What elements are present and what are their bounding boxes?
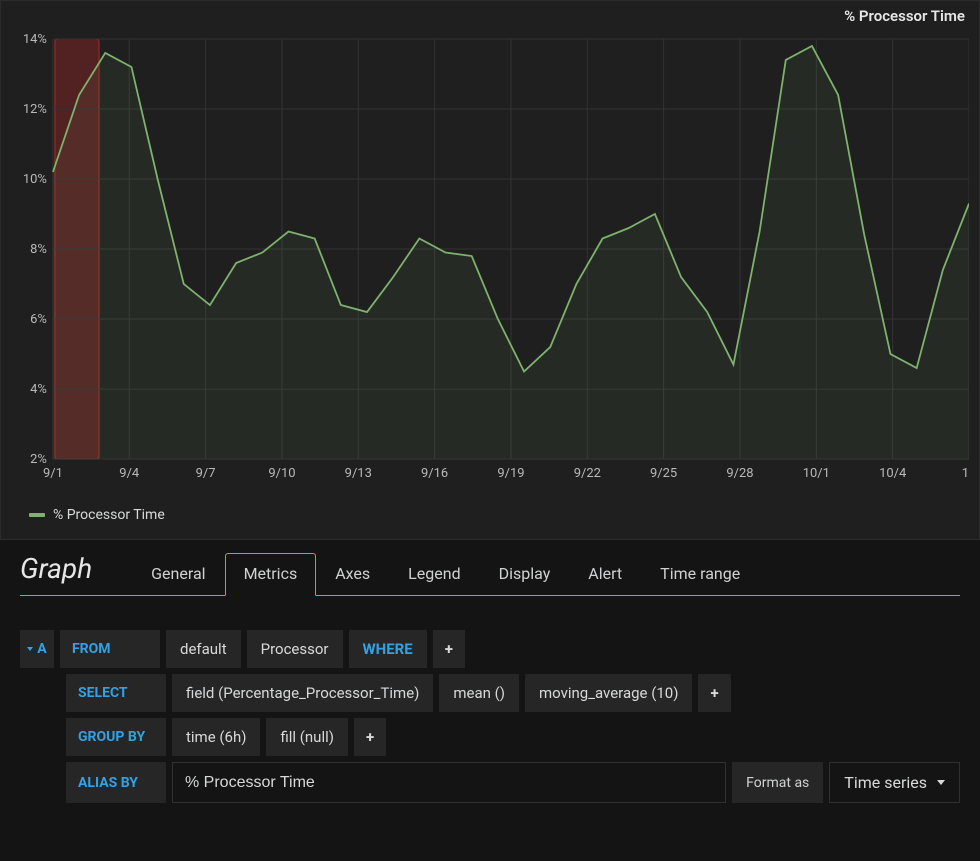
panel-editor: Graph GeneralMetricsAxesLegendDisplayAle… bbox=[0, 540, 980, 803]
chart-title: % Processor Time bbox=[844, 7, 965, 25]
plus-icon: + bbox=[710, 684, 718, 702]
tab-time-range[interactable]: Time range bbox=[641, 553, 759, 596]
svg-text:14%: 14% bbox=[23, 32, 47, 47]
tab-alert[interactable]: Alert bbox=[569, 553, 641, 596]
svg-text:10/1: 10/1 bbox=[803, 466, 830, 479]
label-groupby: GROUP BY bbox=[66, 718, 166, 756]
label-aliasby: ALIAS BY bbox=[66, 762, 166, 803]
alias-input[interactable] bbox=[172, 762, 726, 803]
seg-from-0[interactable]: default bbox=[166, 630, 241, 668]
svg-text:6%: 6% bbox=[30, 312, 47, 327]
caret-down-icon bbox=[27, 647, 33, 651]
svg-text:9/7: 9/7 bbox=[196, 466, 216, 479]
svg-text:9/19: 9/19 bbox=[497, 466, 524, 479]
tab-display[interactable]: Display bbox=[480, 553, 570, 596]
svg-text:8%: 8% bbox=[30, 242, 47, 257]
row-select: SELECT field (Percentage_Processor_Time)… bbox=[20, 674, 960, 712]
select-add-button[interactable]: + bbox=[698, 674, 730, 712]
legend-swatch bbox=[29, 513, 45, 517]
format-as-value: Time series bbox=[844, 773, 927, 792]
svg-text:9/16: 9/16 bbox=[421, 466, 448, 479]
svg-text:9/28: 9/28 bbox=[726, 466, 753, 479]
svg-text:10/4: 10/4 bbox=[879, 466, 906, 479]
plus-icon: + bbox=[366, 728, 374, 746]
tab-metrics[interactable]: Metrics bbox=[225, 553, 317, 596]
format-as-label: Format as bbox=[732, 762, 823, 803]
seg-groupby-0[interactable]: time (6h) bbox=[172, 718, 260, 756]
seg-select-1[interactable]: mean () bbox=[439, 674, 519, 712]
tab-row: Graph GeneralMetricsAxesLegendDisplayAle… bbox=[20, 552, 960, 596]
tab-axes[interactable]: Axes bbox=[316, 553, 389, 596]
seg-groupby-1[interactable]: fill (null) bbox=[266, 718, 348, 756]
seg-from-1[interactable]: Processor bbox=[247, 630, 343, 668]
svg-text:4%: 4% bbox=[30, 382, 47, 397]
svg-text:9/4: 9/4 bbox=[119, 466, 139, 479]
label-select: SELECT bbox=[66, 674, 166, 712]
caret-down-icon bbox=[937, 780, 945, 785]
svg-text:9/1: 9/1 bbox=[43, 466, 63, 479]
seg-where[interactable]: WHERE bbox=[349, 630, 427, 668]
format-as-select[interactable]: Time series bbox=[829, 762, 960, 803]
row-aliasby: ALIAS BY Format as Time series bbox=[20, 762, 960, 803]
svg-text:9/10: 9/10 bbox=[268, 466, 295, 479]
query-toggle[interactable]: A bbox=[20, 630, 54, 668]
seg-select-0[interactable]: field (Percentage_Processor_Time) bbox=[172, 674, 433, 712]
svg-text:10: 10 bbox=[962, 466, 969, 479]
row-groupby: GROUP BY time (6h) fill (null) + bbox=[20, 718, 960, 756]
tab-legend[interactable]: Legend bbox=[389, 553, 479, 596]
row-from: A FROM default Processor WHERE + bbox=[20, 630, 960, 668]
chart-svg: 2% 4% 6% 8% 10% 12% 14% 9/1 9/4 9/7 9/10 9/13 9/16 9/… bbox=[11, 29, 969, 479]
section-title: Graph bbox=[20, 552, 132, 593]
svg-text:9/22: 9/22 bbox=[574, 466, 601, 479]
svg-text:12%: 12% bbox=[23, 102, 47, 117]
plus-icon: + bbox=[445, 640, 453, 658]
chart-panel: % Processor Time 2% 4% 6% 8% 10% 12% 14% 9/1 9/4… bbox=[0, 0, 980, 540]
svg-text:9/13: 9/13 bbox=[345, 466, 372, 479]
chart-area[interactable]: 2% 4% 6% 8% 10% 12% 14% 9/1 9/4 9/7 9/10 9/13 9/16 9/… bbox=[11, 29, 969, 479]
groupby-add-button[interactable]: + bbox=[354, 718, 386, 756]
tab-general[interactable]: General bbox=[132, 553, 224, 596]
svg-text:2%: 2% bbox=[30, 452, 47, 467]
legend-label: % Processor Time bbox=[53, 507, 165, 523]
query-rows: A FROM default Processor WHERE + SELECT … bbox=[20, 630, 960, 803]
label-from: FROM bbox=[60, 630, 160, 668]
query-letter: A bbox=[37, 641, 46, 657]
svg-text:9/25: 9/25 bbox=[650, 466, 677, 479]
chart-legend[interactable]: % Processor Time bbox=[29, 507, 165, 523]
where-add-button[interactable]: + bbox=[433, 630, 465, 668]
seg-select-2[interactable]: moving_average (10) bbox=[525, 674, 692, 712]
svg-text:10%: 10% bbox=[23, 172, 47, 187]
